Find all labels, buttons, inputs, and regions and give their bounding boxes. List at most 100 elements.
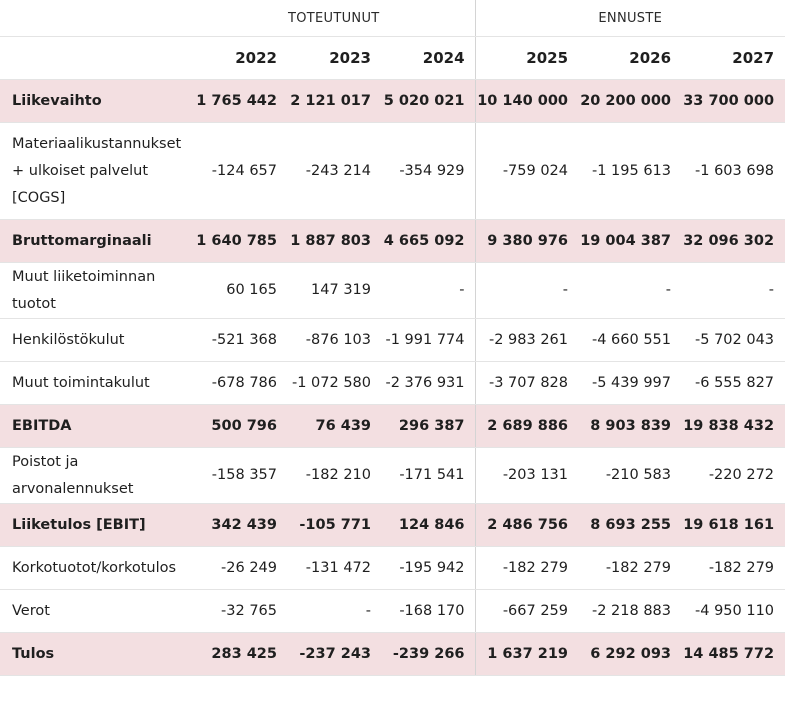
table-row-cogs: Materiaalikustannukset + ulkoiset palvel… bbox=[0, 122, 785, 220]
table-row-ebit: Liiketulos [EBIT] 342 439 -105 771 124 8… bbox=[0, 503, 785, 547]
cell-value: -4 660 551 bbox=[578, 318, 682, 362]
cell-value: 1 765 442 bbox=[193, 79, 287, 123]
cell-value: - bbox=[381, 262, 476, 319]
table-row-korot: Korkotuotot/korkotulos -26 249 -131 472 … bbox=[0, 546, 785, 590]
cell-value: -158 357 bbox=[193, 447, 287, 504]
cell-value: -2 376 931 bbox=[381, 361, 476, 405]
cell-value: -4 950 110 bbox=[681, 589, 785, 633]
row-label: Muut toimintakulut bbox=[0, 361, 193, 405]
cell-value: 76 439 bbox=[287, 404, 381, 448]
cell-value: 1 887 803 bbox=[287, 219, 381, 263]
cell-value: 20 200 000 bbox=[578, 79, 682, 123]
cell-value: 1 637 219 bbox=[475, 632, 579, 676]
table-row-poistot: Poistot ja arvonalennukset -158 357 -182… bbox=[0, 447, 785, 504]
cell-value: -182 279 bbox=[578, 546, 682, 590]
cell-value: -220 272 bbox=[681, 447, 785, 504]
row-label: Bruttomarginaali bbox=[0, 219, 193, 263]
year-header: 2022 bbox=[193, 36, 287, 80]
cell-value: -5 702 043 bbox=[681, 318, 785, 362]
cell-value: -168 170 bbox=[381, 589, 476, 633]
cell-value: 6 292 093 bbox=[578, 632, 682, 676]
cell-value: -171 541 bbox=[381, 447, 476, 504]
cell-value: 60 165 bbox=[193, 262, 287, 319]
cell-value: -759 024 bbox=[475, 122, 579, 220]
cell-value: -1 072 580 bbox=[287, 361, 381, 405]
cell-value: 283 425 bbox=[193, 632, 287, 676]
table-row-ebitda: EBITDA 500 796 76 439 296 387 2 689 886 … bbox=[0, 404, 785, 448]
table-row-tulos: Tulos 283 425 -237 243 -239 266 1 637 21… bbox=[0, 632, 785, 676]
cell-value: -124 657 bbox=[193, 122, 287, 220]
cell-value: 1 640 785 bbox=[193, 219, 287, 263]
cell-value: -32 765 bbox=[193, 589, 287, 633]
row-label: EBITDA bbox=[0, 404, 193, 448]
cell-value: -210 583 bbox=[578, 447, 682, 504]
cell-value: 124 846 bbox=[381, 503, 476, 547]
header-spacer bbox=[0, 0, 193, 37]
cell-value: 500 796 bbox=[193, 404, 287, 448]
cell-value: 19 618 161 bbox=[681, 503, 785, 547]
row-label: Verot bbox=[0, 589, 193, 633]
cell-value: -195 942 bbox=[381, 546, 476, 590]
year-header: 2024 bbox=[381, 36, 476, 80]
group-header-forecast: ENNUSTE bbox=[475, 0, 785, 37]
cell-value: 9 380 976 bbox=[475, 219, 579, 263]
row-label: Tulos bbox=[0, 632, 193, 676]
row-label: Materiaalikustannukset + ulkoiset palvel… bbox=[0, 122, 193, 220]
cell-value: 342 439 bbox=[193, 503, 287, 547]
cell-value: -131 472 bbox=[287, 546, 381, 590]
year-header: 2023 bbox=[287, 36, 381, 80]
cell-value: -203 131 bbox=[475, 447, 579, 504]
row-label: Muut liiketoiminnan tuotot bbox=[0, 262, 193, 319]
row-label: Liiketulos [EBIT] bbox=[0, 503, 193, 547]
cell-value: -2 983 261 bbox=[475, 318, 579, 362]
year-header-spacer bbox=[0, 36, 193, 80]
cell-value: 5 020 021 bbox=[381, 79, 476, 123]
cell-value: -521 368 bbox=[193, 318, 287, 362]
row-label: Liikevaihto bbox=[0, 79, 193, 123]
table-row-bruttomarginaali: Bruttomarginaali 1 640 785 1 887 803 4 6… bbox=[0, 219, 785, 263]
cell-value: 19 004 387 bbox=[578, 219, 682, 263]
cell-value: 33 700 000 bbox=[681, 79, 785, 123]
financial-table: TOTEUTUNUT ENNUSTE 2022 2023 2024 2025 2… bbox=[0, 0, 785, 676]
cell-value: -1 991 774 bbox=[381, 318, 476, 362]
cell-value: 14 485 772 bbox=[681, 632, 785, 676]
cell-value: -182 279 bbox=[475, 546, 579, 590]
cell-value: -678 786 bbox=[193, 361, 287, 405]
table-row-muut-toimintakulut: Muut toimintakulut -678 786 -1 072 580 -… bbox=[0, 361, 785, 405]
cell-value: -2 218 883 bbox=[578, 589, 682, 633]
cell-value: -182 279 bbox=[681, 546, 785, 590]
group-header-actual: TOTEUTUNUT bbox=[193, 0, 476, 37]
cell-value: -1 603 698 bbox=[681, 122, 785, 220]
cell-value: -105 771 bbox=[287, 503, 381, 547]
cell-value: 2 486 756 bbox=[475, 503, 579, 547]
cell-value: -26 249 bbox=[193, 546, 287, 590]
row-label: Poistot ja arvonalennukset bbox=[0, 447, 193, 504]
year-header-row: 2022 2023 2024 2025 2026 2027 bbox=[0, 36, 785, 80]
cell-value: -5 439 997 bbox=[578, 361, 682, 405]
cell-value: - bbox=[578, 262, 682, 319]
year-header: 2027 bbox=[681, 36, 785, 80]
cell-value: 2 689 886 bbox=[475, 404, 579, 448]
cell-value: 296 387 bbox=[381, 404, 476, 448]
cell-value: -3 707 828 bbox=[475, 361, 579, 405]
cell-value: -6 555 827 bbox=[681, 361, 785, 405]
cell-value: 147 319 bbox=[287, 262, 381, 319]
table-row-liikevaihto: Liikevaihto 1 765 442 2 121 017 5 020 02… bbox=[0, 79, 785, 123]
row-label: Korkotuotot/korkotulos bbox=[0, 546, 193, 590]
year-header: 2026 bbox=[578, 36, 682, 80]
cell-value: -876 103 bbox=[287, 318, 381, 362]
group-header-row: TOTEUTUNUT ENNUSTE bbox=[0, 0, 785, 37]
cell-value: - bbox=[287, 589, 381, 633]
row-label: Henkilöstökulut bbox=[0, 318, 193, 362]
cell-value: 4 665 092 bbox=[381, 219, 476, 263]
table-row-henkilostokulut: Henkilöstökulut -521 368 -876 103 -1 991… bbox=[0, 318, 785, 362]
cell-value: 8 903 839 bbox=[578, 404, 682, 448]
cell-value: -243 214 bbox=[287, 122, 381, 220]
cell-value: -667 259 bbox=[475, 589, 579, 633]
cell-value: -239 266 bbox=[381, 632, 476, 676]
cell-value: -237 243 bbox=[287, 632, 381, 676]
cell-value: - bbox=[681, 262, 785, 319]
cell-value: 19 838 432 bbox=[681, 404, 785, 448]
year-header: 2025 bbox=[475, 36, 579, 80]
table-row-muut-tuotot: Muut liiketoiminnan tuotot 60 165 147 31… bbox=[0, 262, 785, 319]
